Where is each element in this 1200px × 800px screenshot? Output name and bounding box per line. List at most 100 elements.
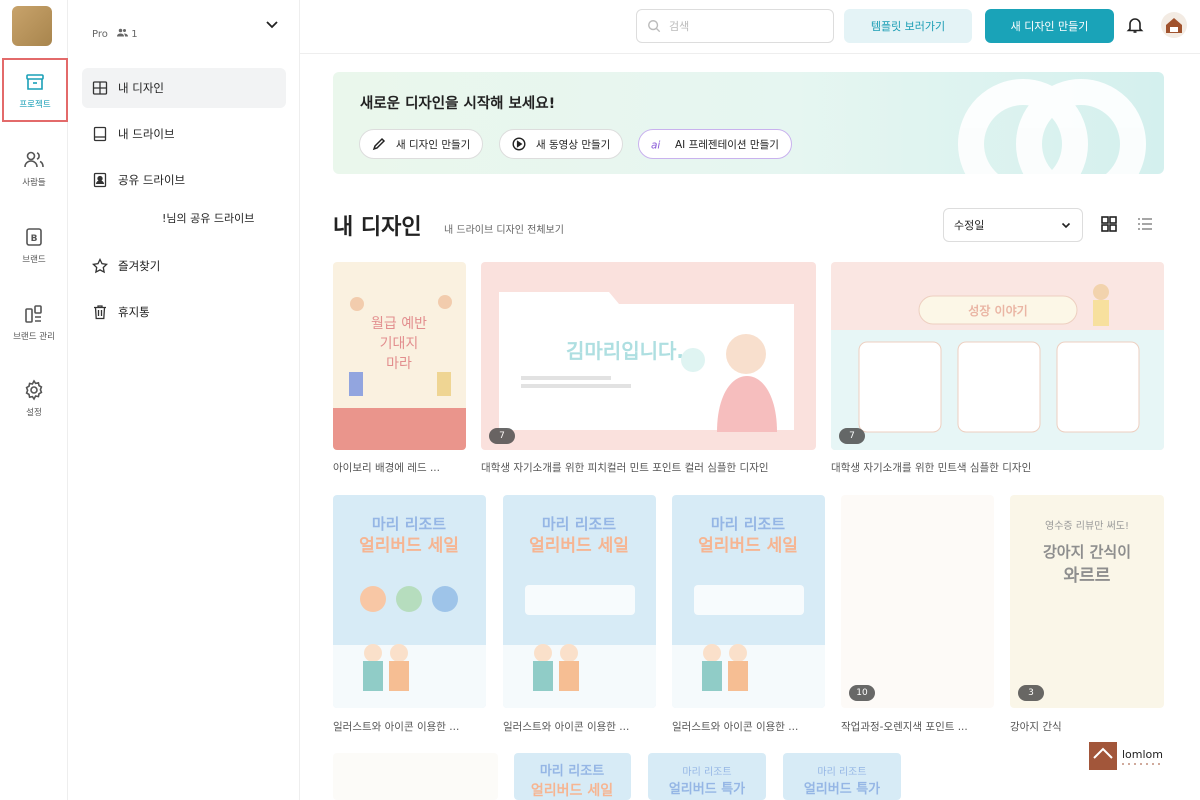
svg-text:ai: ai [651,139,660,151]
left-rail: 프로젝트 사람들 B 브랜드 브랜드 관리 설정 [0,0,68,800]
search-box[interactable] [636,9,834,43]
design-title: 작업과정-오렌지색 포인트 ... [841,721,968,733]
trash-icon [94,305,106,320]
sort-dropdown[interactable]: 수정일 [943,208,1083,242]
brand-manage-icon [25,305,42,323]
bell-icon[interactable] [1126,16,1144,34]
design-card[interactable]: 김마리입니다. 7 대학생 자기소개를 위한 피치컬러 민트 포인트 컬러 심플… [481,262,816,477]
thumb-text: 영수증 리뷰만 써도! [1045,520,1129,532]
design-title: 일러스트와 아이콘 이용한 ... [503,721,630,733]
search-icon [648,20,661,33]
rail-item-settings[interactable]: 설정 [0,368,68,430]
section-title: 내 디자인 [333,215,422,240]
design-card[interactable]: 마리 리조트 얼리버드 세일 [514,753,631,800]
nav-item-favorites[interactable]: 즐겨찾기 [82,246,286,286]
avatar-house-icon [1166,18,1182,33]
browse-templates-button[interactable]: 템플릿 보러가기 [844,9,972,43]
ai-presentation-button[interactable]: ai AI 프레젠테이션 만들기 [638,129,792,159]
nav-item-label: 내 디자인 [118,81,164,95]
rail-label: 설정 [26,408,42,418]
shared-drive-sub-item[interactable]: !님의 공유 드라이브 [162,210,254,226]
create-design-button[interactable]: 새 디자인 만들기 [985,9,1114,43]
design-card[interactable]: 월급 예반 기대지 마라 아이보리 배경에 레드 ... [333,262,466,477]
thumb-text: 얼리버드 세일 [529,536,629,556]
design-thumbnail: 김마리입니다. [481,262,816,450]
design-thumbnail: 마리 리조트 얼리버드 특가 [648,753,766,800]
design-thumbnail: 마리 리조트 얼리버드 세일 [503,495,656,708]
design-card[interactable] [333,753,498,800]
design-card[interactable]: 마리 리조트 얼리버드 세일 일러스트와 아이콘 이용한 ... [672,495,825,735]
thumb-text: 마리 리조트 [682,766,731,778]
star-icon [92,258,108,274]
nav-item-label: 즐겨찾기 [118,259,161,273]
design-card[interactable]: 마리 리조트 얼리버드 특가 [648,753,766,800]
thumb-text: 마리 리조트 [540,763,604,779]
design-thumbnail: 마리 리조트 얼리버드 세일 [514,753,631,800]
design-thumbnail: 마리 리조트 얼리버드 세일 [672,495,825,708]
view-all-drive-link[interactable]: 내 드라이브 디자인 전체보기 [444,221,564,236]
button-label: 새 동영상 만들기 [536,138,611,151]
banner-title: 새로운 디자인을 시작해 보세요! [360,96,556,112]
design-title: 강아지 간식 [1010,721,1062,733]
workspace-logo[interactable] [12,6,52,46]
thumb-text: 얼리버드 특가 [804,781,880,797]
start-design-banner: 새로운 디자인을 시작해 보세요! 새 디자인 만들기 새 동영상 만들기 ai… [333,72,1164,174]
design-card[interactable]: 10 작업과정-오렌지색 포인트 ... [841,495,994,735]
grid-view-icon[interactable] [1100,215,1118,233]
page-count-badge: 7 [489,428,515,444]
rail-item-people[interactable]: 사람들 [0,138,68,200]
sub-nav: Pro 1 내 디자인 내 드라이브 공유 드라이브 !님의 공유 드라이브 즐… [68,0,300,800]
gear-icon [25,379,43,401]
button-label: AI 프레젠테이션 만들기 [675,138,779,151]
design-card[interactable]: 마리 리조트 얼리버드 특가 [783,753,901,800]
page-count-badge: 10 [849,685,875,701]
svg-text:B: B [31,234,38,244]
top-header: 템플릿 보러가기 새 디자인 만들기 [300,0,1200,54]
design-thumbnail: 성장 이야기 [831,262,1164,450]
button-label: 새 디자인 만들기 [396,138,471,151]
nav-item-trash[interactable]: 휴지통 [82,292,286,332]
rail-item-brand[interactable]: B 브랜드 [0,215,68,277]
thumb-text: 마라 [386,356,412,372]
thumb-text: 얼리버드 특가 [669,781,745,797]
drive-icon [93,126,107,142]
people-icon [24,151,44,168]
workspace-meta[interactable]: Pro 1 [92,28,138,40]
main-content: 새로운 디자인을 시작해 보세요! 새 디자인 만들기 새 동영상 만들기 ai… [300,55,1200,800]
design-card[interactable]: 성장 이야기 7 대학생 자기소개를 위한 민트색 심플한 디자인 [831,262,1164,477]
design-title: 일러스트와 아이콘 이용한 ... [333,721,460,733]
nav-item-my-drive[interactable]: 내 드라이브 [82,114,286,154]
thumb-text: 성장 이야기 [968,303,1027,318]
avatar[interactable] [1161,12,1187,38]
design-card[interactable]: 영수증 리뷰만 써도! 강아지 간식이 와르르 3 강아지 간식 [1010,495,1164,735]
nav-item-shared-drive[interactable]: 공유 드라이브 [82,160,286,200]
chevron-down-icon [1061,222,1071,229]
design-card[interactable]: 마리 리조트 얼리버드 세일 일러스트와 아이콘 이용한 ... [333,495,486,735]
sort-value: 수정일 [954,219,985,232]
thumb-text: 얼리버드 세일 [531,782,613,799]
thumb-text: 기대지 [380,336,419,352]
page-count-badge: 7 [839,428,865,444]
thumb-text: 월급 예반 [371,316,427,332]
lomlom-watermark: lomlom [1089,742,1163,770]
thumb-text: 얼리버드 세일 [359,536,459,556]
design-title: 일러스트와 아이콘 이용한 ... [672,721,799,733]
workspace-plan: Pro [92,29,108,40]
rail-label: 사람들 [22,178,46,188]
list-view-icon[interactable] [1136,215,1154,233]
nav-item-label: 내 드라이브 [118,127,175,141]
rail-item-projects[interactable]: 프로젝트 [2,58,68,122]
design-thumbnail: 마리 리조트 얼리버드 특가 [783,753,901,800]
design-card[interactable]: 마리 리조트 얼리버드 세일 일러스트와 아이콘 이용한 ... [503,495,656,735]
thumb-text: 마리 리조트 [711,515,785,533]
search-input[interactable] [669,19,819,33]
rail-item-brand-manage[interactable]: 브랜드 관리 [0,292,68,354]
layout-icon [92,81,108,95]
design-thumbnail [841,495,994,708]
decorative-rings-icon [958,79,1146,174]
new-video-button[interactable]: 새 동영상 만들기 [499,129,624,159]
new-design-button[interactable]: 새 디자인 만들기 [359,129,484,159]
thumb-text: 강아지 간식이 [1043,543,1131,561]
chevron-down-icon[interactable] [264,16,280,32]
nav-item-my-designs[interactable]: 내 디자인 [82,68,286,108]
